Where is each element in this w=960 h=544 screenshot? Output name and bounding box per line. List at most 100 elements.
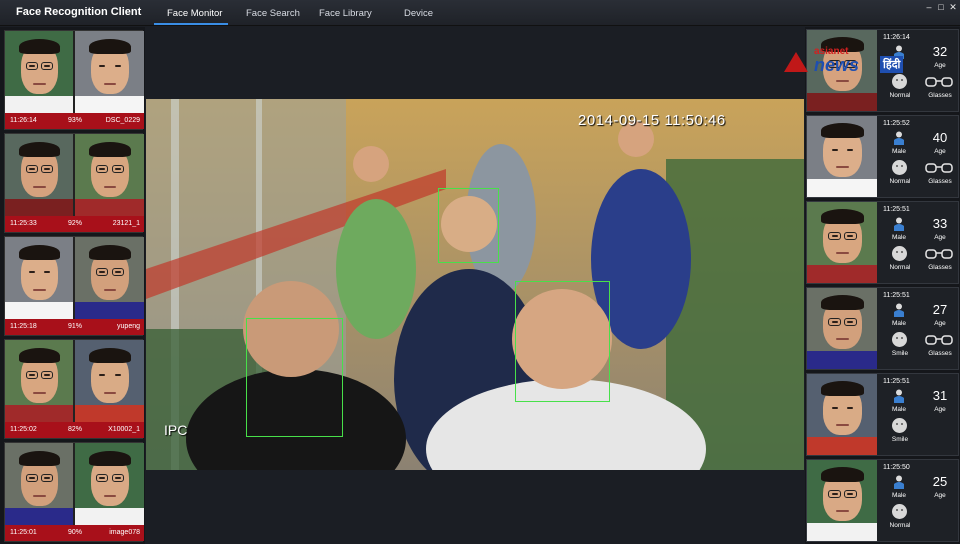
glasses-icon <box>925 163 953 173</box>
gender-label: Male <box>891 320 907 327</box>
gender-label: Male <box>891 406 907 413</box>
tab-device[interactable]: Device <box>404 8 433 19</box>
match-card[interactable]: 11:26:14 93% DSC_0229 <box>4 30 144 130</box>
attribute-time: 11:25:51 <box>883 292 910 299</box>
smiley-icon <box>892 160 907 175</box>
match-card[interactable]: 11:25:33 92% 23121_1 <box>4 133 144 233</box>
glasses-label: Glasses <box>928 350 952 357</box>
male-icon <box>894 475 904 489</box>
age-value: 32 <box>932 44 948 59</box>
library-face <box>75 340 144 423</box>
attribute-face <box>807 116 877 197</box>
attribute-card[interactable]: 11:25:51 Male 33 Age Normal Glasses <box>806 201 959 284</box>
news-watermark: asianet news हिंदी <box>784 46 916 76</box>
attribute-card[interactable]: 11:25:51 Male 31 Age Smile <box>806 373 959 456</box>
match-score: 82% <box>68 426 83 433</box>
gender-label: Male <box>891 148 907 155</box>
match-id: DSC_0229 <box>105 117 140 124</box>
match-time: 11:26:14 <box>10 117 37 124</box>
match-card[interactable]: 11:25:02 82% X10002_1 <box>4 339 144 439</box>
glasses-icon <box>925 77 953 87</box>
match-time: 11:25:18 <box>10 323 37 330</box>
glasses-label: Glasses <box>928 178 952 185</box>
close-icon[interactable]: ✕ <box>948 2 958 12</box>
gender-label: Male <box>891 234 907 241</box>
age-label: Age <box>934 406 946 413</box>
attribute-face <box>807 374 877 455</box>
match-score: 92% <box>68 220 83 227</box>
maximize-icon[interactable]: □ <box>936 2 946 12</box>
snapshot-face <box>5 340 73 423</box>
age-value: 33 <box>932 216 948 231</box>
detection-box <box>438 188 499 263</box>
match-info-bar: 11:25:33 92% 23121_1 <box>5 216 144 232</box>
match-id: yupeng <box>117 323 140 330</box>
male-icon <box>894 217 904 231</box>
attribute-face <box>807 460 877 541</box>
expression-label: Smile <box>891 436 909 443</box>
age-value: 27 <box>932 302 948 317</box>
match-info-bar: 11:25:01 90% image078 <box>5 525 144 541</box>
video-timestamp: 2014-09-15 11:50:46 <box>578 112 726 129</box>
attribute-card[interactable]: 11:25:50 Male 25 Age Normal <box>806 459 959 542</box>
match-id: X10002_1 <box>108 426 140 433</box>
title-bar: Face Recognition Client Face Monitor Fac… <box>0 0 960 26</box>
glasses-icon <box>925 335 953 345</box>
expression-label: Normal <box>889 178 911 185</box>
attribute-list: 11:26:14 32 Age Normal Glasses 11:25:52 Male 40… <box>805 27 960 544</box>
male-icon <box>894 303 904 317</box>
age-value: 25 <box>932 474 948 489</box>
attribute-card[interactable]: 11:25:52 Male 40 Age Normal Glasses <box>806 115 959 198</box>
smiley-icon <box>892 418 907 433</box>
match-card[interactable]: 11:25:01 90% image078 <box>4 442 144 542</box>
tab-face-library[interactable]: Face Library <box>319 8 372 19</box>
match-id: image078 <box>109 529 140 536</box>
age-value: 31 <box>932 388 948 403</box>
age-label: Age <box>934 492 946 499</box>
match-info-bar: 11:26:14 93% DSC_0229 <box>5 113 144 129</box>
match-info-bar: 11:25:02 82% X10002_1 <box>5 422 144 438</box>
logo-mark-icon <box>784 52 808 72</box>
attribute-face <box>807 202 877 283</box>
attribute-time: 11:25:51 <box>883 378 910 385</box>
smiley-icon <box>892 74 907 89</box>
match-info-bar: 11:25:18 91% yupeng <box>5 319 144 335</box>
watermark-line3: हिंदी <box>880 56 904 73</box>
match-score: 91% <box>68 323 83 330</box>
live-video[interactable]: 2014-09-15 11:50:46 IPC <box>146 99 804 470</box>
snapshot-face <box>5 134 73 217</box>
age-value: 40 <box>932 130 948 145</box>
video-scene <box>146 99 804 470</box>
match-card[interactable]: 11:25:18 91% yupeng <box>4 236 144 336</box>
attribute-time: 11:25:51 <box>883 206 910 213</box>
minimize-icon[interactable]: – <box>924 2 934 12</box>
glasses-label: Glasses <box>928 264 952 271</box>
attribute-time: 11:25:52 <box>883 120 910 127</box>
male-icon <box>894 131 904 145</box>
age-label: Age <box>934 234 946 241</box>
expression-label: Normal <box>889 522 911 529</box>
glasses-icon <box>925 249 953 259</box>
match-time: 11:25:01 <box>10 529 37 536</box>
age-label: Age <box>934 62 946 69</box>
tab-face-search[interactable]: Face Search <box>246 8 300 19</box>
match-list: 11:26:14 93% DSC_0229 11:25:33 92% 23121_1 11:… <box>0 27 145 544</box>
library-face <box>75 443 144 526</box>
attribute-card[interactable]: 11:25:51 Male 27 Age Smile Glasses <box>806 287 959 370</box>
smiley-icon <box>892 332 907 347</box>
attribute-time: 11:26:14 <box>883 34 910 41</box>
expression-label: Normal <box>889 92 911 99</box>
match-time: 11:25:33 <box>10 220 37 227</box>
tab-face-monitor[interactable]: Face Monitor <box>167 8 222 19</box>
attribute-time: 11:25:50 <box>883 464 910 471</box>
detection-box <box>246 318 343 437</box>
library-face <box>75 237 144 320</box>
gender-label: Male <box>891 492 907 499</box>
snapshot-face <box>5 237 73 320</box>
library-face <box>75 134 144 217</box>
snapshot-face <box>5 31 73 114</box>
detection-box <box>515 281 610 402</box>
male-icon <box>894 389 904 403</box>
match-id: 23121_1 <box>112 220 140 227</box>
snapshot-face <box>5 443 73 526</box>
